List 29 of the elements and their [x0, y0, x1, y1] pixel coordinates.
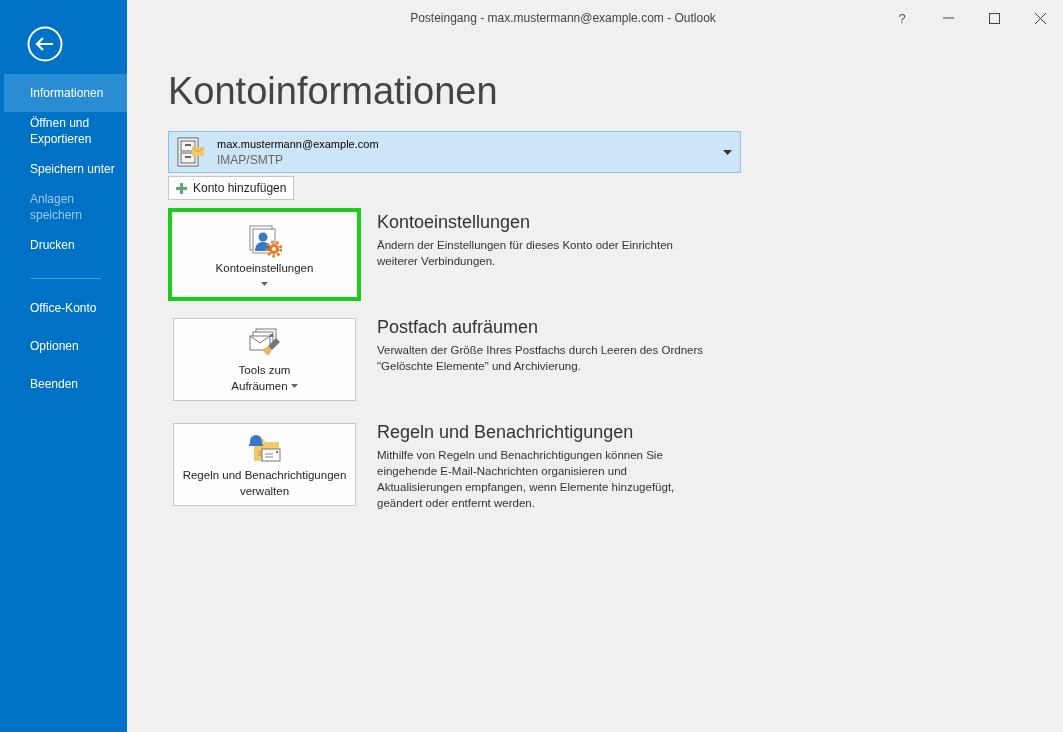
window-title: Posteingang - max.mustermann@example.com - Outlook: [409, 11, 717, 25]
sidebar-item[interactable]: Speichern unter: [4, 150, 127, 188]
caret-icon: [261, 281, 268, 286]
rules-button[interactable]: Regeln und Benachrichtigungen verwalten: [173, 423, 356, 506]
account-settings-icon: [247, 223, 282, 258]
sidebar-item[interactable]: Office-Konto: [4, 289, 127, 327]
cleanup-button[interactable]: Tools zum Aufräumen: [173, 318, 356, 401]
section-description: Verwalten der Größe Ihres Postfachs durch Leeren des Ordners "Gelöschte Elemente" und Archivierung.: [377, 343, 704, 374]
plus-icon: [176, 182, 187, 194]
dropdown-caret-icon: [723, 149, 732, 155]
sidebar-item[interactable]: Öffnen und Exportieren: [4, 112, 127, 150]
section-heading: Regeln und Benachrichtigungen: [377, 422, 635, 443]
add-account-button[interactable]: Konto hinzufügen: [168, 176, 295, 200]
account-email: max.mustermann@example.com: [217, 137, 380, 150]
account-dropdown[interactable]: max.mustermann@example.com IMAP/SMTP: [168, 131, 741, 173]
sidebar-item[interactable]: Drucken: [4, 226, 127, 264]
section-heading: Postfach aufräumen: [377, 317, 540, 338]
section-description: Ändern der Einstellungen für dieses Konto oder Einrichten weiterer Verbindungen.: [377, 238, 674, 269]
sidebar-item[interactable]: Beenden: [4, 365, 127, 403]
file-cabinet-icon: [177, 137, 205, 167]
help-button[interactable]: ?: [879, 3, 925, 33]
section-heading: Kontoeinstellungen: [377, 212, 532, 233]
sidebar-item[interactable]: Informationen: [4, 74, 127, 112]
account-type: IMAP/SMTP: [217, 152, 284, 167]
account-settings-button[interactable]: Kontoeinstellungen: [173, 213, 356, 296]
caret-icon: [290, 384, 298, 389]
sidebar-item[interactable]: Optionen: [4, 327, 127, 365]
page-title: Kontoinformationen: [168, 70, 499, 113]
section-description: Mithilfe von Regeln und Benachrichtigungen können Sie eingehende E-Mail-Nachrichten organisieren und Aktualisierungen empfangen, wenn Elemente hinzugefügt, geändert oder entfernt werden.: [377, 448, 676, 511]
